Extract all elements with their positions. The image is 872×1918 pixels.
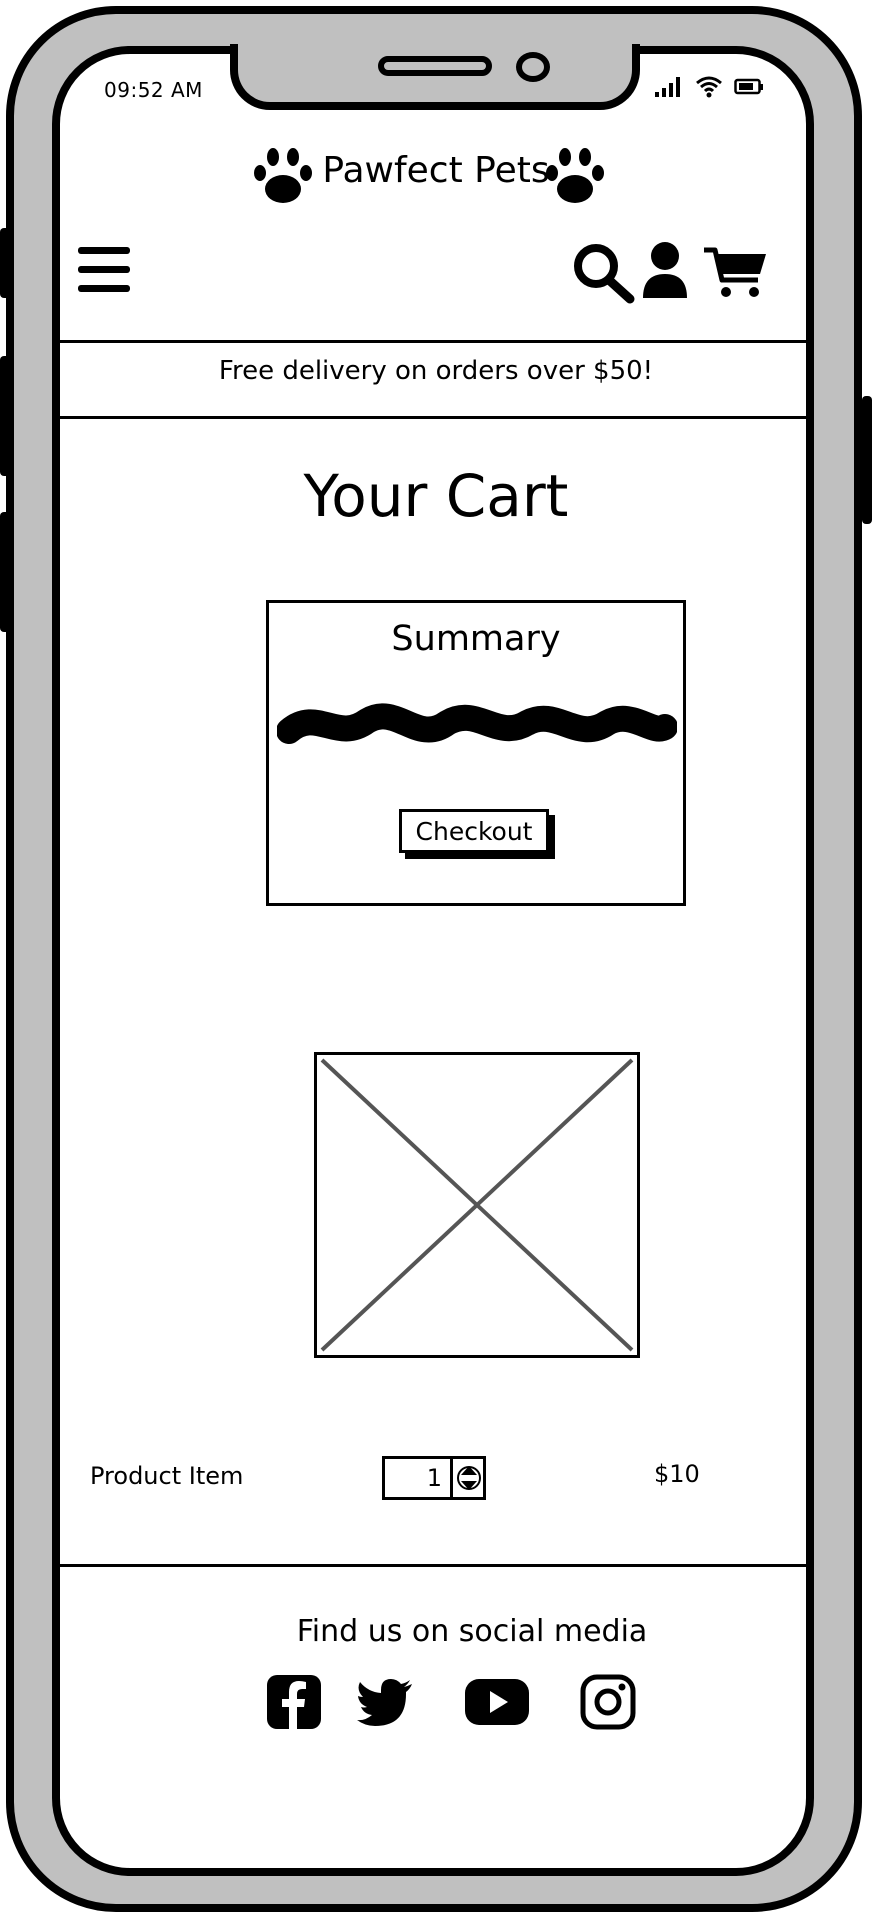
wifi-icon [696, 76, 722, 98]
page-title: Your Cart [303, 462, 569, 530]
battery-icon [734, 78, 763, 95]
brand-name[interactable]: Pawfect Pets [0, 150, 872, 191]
quantity-input[interactable] [385, 1459, 453, 1497]
menu-icon[interactable] [76, 244, 134, 296]
youtube-icon[interactable] [464, 1678, 530, 1726]
product-image-placeholder [314, 1052, 640, 1358]
divider [58, 416, 814, 419]
divider [58, 340, 814, 343]
social-title: Find us on social media [296, 1614, 648, 1649]
search-icon[interactable] [572, 242, 636, 304]
summary-title: Summary [391, 619, 561, 659]
paw-icon [546, 148, 604, 203]
phone-camera [516, 52, 550, 82]
status-time: 09:52 AM [104, 78, 203, 102]
phone-side-button [0, 228, 10, 298]
cart-summary-panel: Summary Checkout [266, 600, 686, 906]
phone-speaker [378, 56, 492, 76]
twitter-icon[interactable] [356, 1678, 414, 1728]
signal-icon [655, 77, 680, 97]
instagram-icon[interactable] [580, 1674, 636, 1730]
checkout-button[interactable]: Checkout [399, 809, 549, 853]
redacted-scribble [277, 703, 677, 744]
stepper-arrows-icon[interactable] [457, 1461, 481, 1495]
promo-banner: Free delivery on orders over $50! [218, 356, 654, 386]
quantity-stepper[interactable] [382, 1456, 486, 1500]
phone-notch [230, 44, 640, 110]
phone-side-button [0, 512, 10, 632]
product-item-price: $10 [654, 1460, 700, 1488]
phone-screen [52, 46, 814, 1876]
divider [58, 1564, 814, 1567]
cart-icon[interactable] [702, 244, 768, 300]
user-icon[interactable] [640, 240, 690, 300]
product-item-name: Product Item [90, 1462, 244, 1490]
facebook-icon[interactable] [266, 1674, 322, 1730]
